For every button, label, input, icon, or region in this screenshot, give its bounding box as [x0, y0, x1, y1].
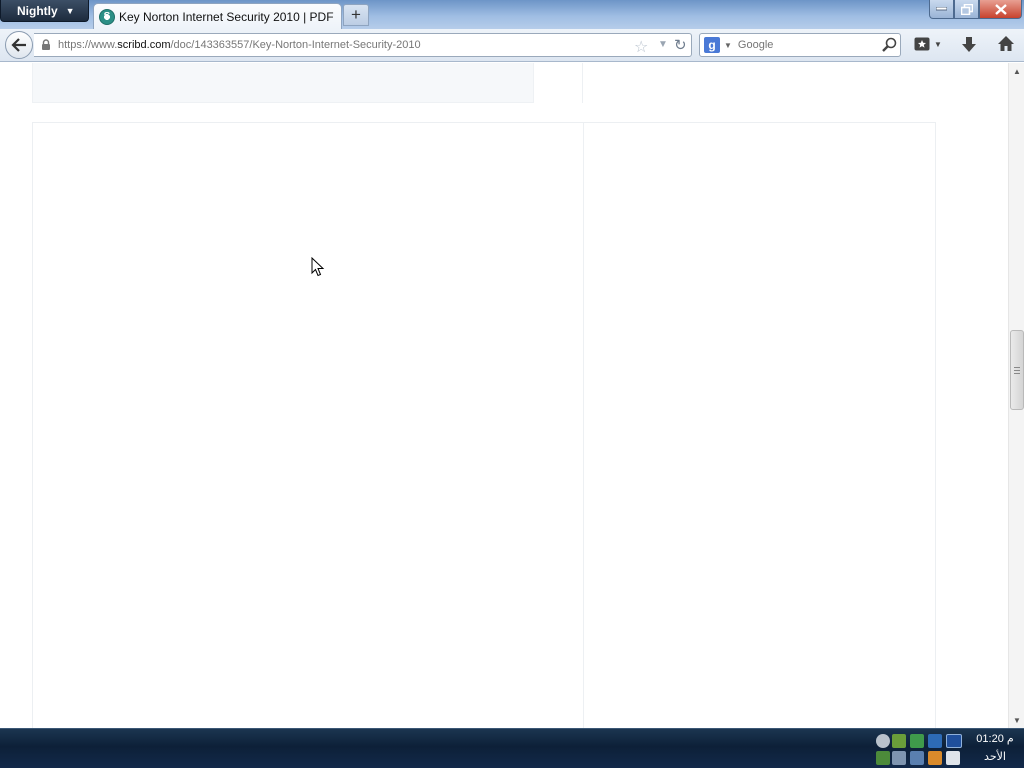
tray-star-icon[interactable] [928, 751, 942, 765]
tray-arrow-icon[interactable] [876, 751, 890, 765]
tray-monitor-icon[interactable] [946, 734, 962, 748]
mouse-cursor-icon [311, 257, 325, 277]
app-menu-label: Nightly [17, 3, 58, 18]
tab-active[interactable]: S Key Norton Internet Security 2010 | PD… [93, 3, 342, 29]
scroll-up-arrow-icon[interactable]: ▲ [1009, 63, 1024, 79]
scroll-down-arrow-icon[interactable]: ▼ [1009, 712, 1024, 728]
plus-icon: + [351, 5, 361, 24]
scribd-favicon-icon: S [99, 8, 115, 25]
system-tray [872, 731, 968, 767]
close-icon [994, 3, 1007, 15]
page-divider [583, 123, 584, 728]
tray-display-icon[interactable] [928, 734, 942, 748]
url-domain: scribd.com [117, 39, 171, 51]
downloads-button[interactable] [961, 36, 977, 56]
home-button[interactable] [997, 35, 1015, 55]
url-history-dropdown-icon[interactable]: ▼ [658, 39, 668, 50]
tray-network-icon[interactable] [910, 734, 924, 748]
url-prefix: https://www. [58, 39, 118, 51]
close-button[interactable] [979, 0, 1022, 19]
clock-day: الأحد [984, 751, 1006, 763]
tray-minus-icon[interactable] [876, 734, 890, 748]
tray-keyboard-icon[interactable] [910, 751, 924, 765]
back-arrow-icon [11, 38, 26, 52]
tray-flag-icon[interactable] [946, 751, 960, 765]
document-header-block [32, 63, 534, 103]
new-tab-button[interactable]: + [343, 4, 369, 26]
restore-icon [960, 3, 973, 15]
navigation-toolbar: https://www.scribd.com/doc/143363557/Key… [0, 29, 1024, 62]
url-path: /doc/143363557/Key-Norton-Internet-Secur… [170, 39, 421, 51]
taskbar: 01:20 م الأحد [0, 728, 1024, 768]
vertical-scrollbar[interactable]: ▲ ▼ [1008, 63, 1024, 728]
home-icon [998, 36, 1014, 51]
clock-time[interactable]: 01:20 م [970, 732, 1020, 745]
title-bar: Nightly ▼ S Key Norton Internet Security… [0, 0, 1024, 29]
search-input[interactable] [737, 39, 878, 51]
app-menu-button[interactable]: Nightly ▼ [0, 0, 89, 22]
tab-title: Key Norton Internet Security 2010 | PDF [119, 9, 334, 24]
google-icon[interactable]: g [704, 37, 720, 53]
lock-icon [42, 39, 50, 50]
grip-icon [1014, 366, 1020, 374]
url-bar[interactable]: https://www.scribd.com/doc/143363557/Key… [34, 33, 692, 57]
chevron-down-icon[interactable]: ▼ [724, 41, 732, 50]
document-viewer[interactable] [32, 122, 936, 728]
chevron-down-icon: ▼ [934, 39, 942, 49]
bookmarks-menu-icon [914, 37, 930, 51]
column-divider [582, 63, 583, 103]
search-bar[interactable]: g ▼ [699, 33, 901, 57]
tray-check-icon[interactable] [892, 734, 906, 748]
bookmarks-menu-button[interactable]: ▼ [914, 36, 942, 52]
scrollbar-thumb[interactable] [1010, 330, 1024, 410]
minimize-icon [936, 7, 947, 11]
minimize-button[interactable] [929, 0, 954, 19]
search-magnifier-icon[interactable] [881, 37, 897, 53]
tray-window-icon[interactable] [892, 751, 906, 765]
page-content[interactable] [0, 63, 1008, 728]
back-button[interactable] [5, 31, 33, 59]
restore-button[interactable] [954, 0, 979, 19]
url-text: https://www.scribd.com/doc/143363557/Key… [58, 39, 421, 51]
download-arrow-icon [962, 37, 976, 52]
bookmark-star-icon[interactable]: ☆ [634, 37, 648, 57]
chevron-down-icon: ▼ [65, 5, 75, 16]
reload-icon[interactable]: ↻ [674, 36, 687, 54]
